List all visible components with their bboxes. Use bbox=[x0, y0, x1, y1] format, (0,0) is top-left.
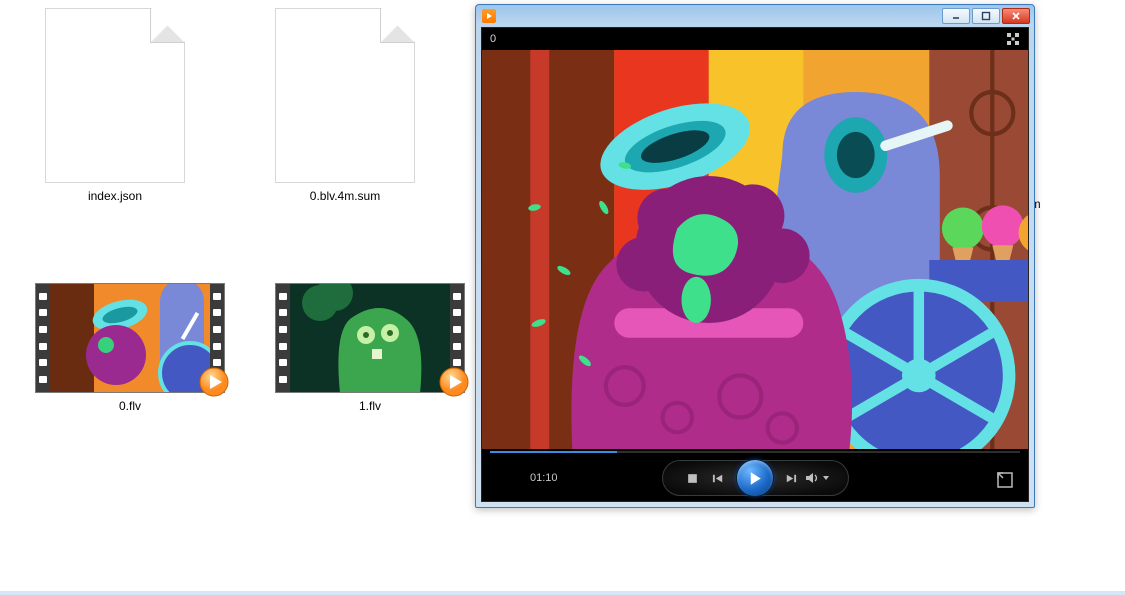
video-thumbnail bbox=[35, 283, 225, 393]
file-label: 0.flv bbox=[119, 399, 141, 413]
view-switch-icon[interactable] bbox=[1006, 32, 1020, 46]
file-label: 0.blv.4m.sum bbox=[310, 189, 380, 203]
play-button[interactable] bbox=[736, 459, 774, 497]
file-item-1-flv[interactable]: 1.flv bbox=[275, 283, 465, 413]
now-playing-label: 0 bbox=[490, 33, 496, 45]
document-icon bbox=[275, 8, 415, 183]
close-button[interactable] bbox=[1002, 8, 1030, 24]
file-item-sum[interactable]: 0.blv.4m.sum bbox=[265, 8, 425, 203]
file-label: 1.flv bbox=[359, 399, 381, 413]
file-label: index.json bbox=[88, 189, 142, 203]
volume-button[interactable] bbox=[805, 472, 830, 484]
stop-button[interactable] bbox=[681, 466, 705, 490]
elapsed-time: 01:10 bbox=[530, 472, 558, 484]
maximize-button[interactable] bbox=[972, 8, 1000, 24]
minimize-button[interactable] bbox=[942, 8, 970, 24]
media-player-window: 0 bbox=[475, 4, 1035, 508]
video-canvas[interactable] bbox=[482, 50, 1028, 449]
video-thumbnail bbox=[275, 283, 465, 393]
app-icon bbox=[482, 9, 496, 23]
document-icon bbox=[45, 8, 185, 183]
transport-controls bbox=[662, 460, 849, 496]
fullscreen-button[interactable] bbox=[996, 471, 1014, 489]
titlebar[interactable] bbox=[476, 5, 1034, 27]
play-badge-icon bbox=[198, 366, 230, 398]
file-item-0-flv[interactable]: 0.flv bbox=[35, 283, 225, 413]
previous-button[interactable] bbox=[707, 466, 731, 490]
next-button[interactable] bbox=[779, 466, 803, 490]
file-item-index-json[interactable]: index.json bbox=[35, 8, 195, 203]
play-badge-icon bbox=[438, 366, 470, 398]
